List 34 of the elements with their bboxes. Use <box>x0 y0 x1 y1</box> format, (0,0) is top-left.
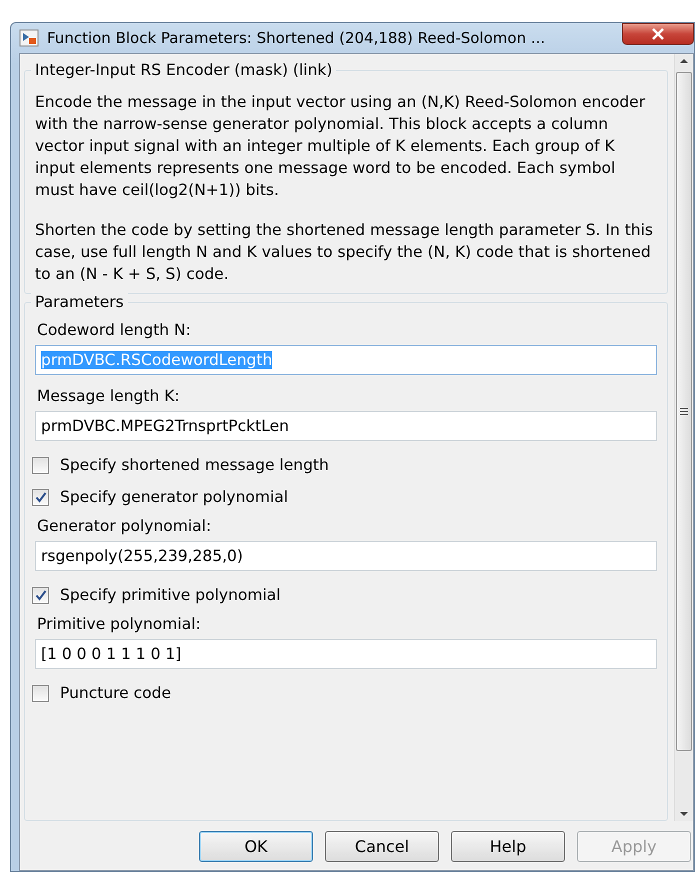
field-value: [1 0 0 0 1 1 1 0 1] <box>41 645 182 663</box>
input-field[interactable]: prmDVBC.MPEG2TrnsprtPcktLen <box>35 411 657 441</box>
field-label: Generator polynomial: <box>36 517 212 535</box>
block-icon <box>19 29 39 47</box>
field-value: rsgenpoly(255,239,285,0) <box>41 547 243 565</box>
checkbox[interactable] <box>32 488 49 506</box>
checkbox-label[interactable]: Specify shortened message length <box>58 456 329 474</box>
dialog-button[interactable]: OK <box>199 831 313 862</box>
scrollbar[interactable] <box>674 54 693 821</box>
field-value: prmDVBC.RSCodewordLength <box>41 351 272 369</box>
input-field[interactable]: rsgenpoly(255,239,285,0) <box>35 541 657 571</box>
close-button[interactable] <box>622 23 694 45</box>
checkbox-label[interactable]: Puncture code <box>58 684 172 702</box>
checkbox[interactable] <box>32 684 49 702</box>
field-label: Message length K: <box>36 387 181 405</box>
description-title: Integer-Input RS Encoder (mask) (link) <box>31 61 336 79</box>
checkbox[interactable] <box>32 456 49 474</box>
scroll-down-icon[interactable] <box>679 811 689 817</box>
field-label: Primitive polynomial: <box>36 615 202 633</box>
checkbox-label[interactable]: Specify generator polynomial <box>58 488 288 506</box>
input-field[interactable]: [1 0 0 0 1 1 1 0 1] <box>35 639 657 669</box>
scroll-up-icon[interactable] <box>679 58 689 64</box>
checkbox[interactable] <box>32 586 49 604</box>
window-title: Function Block Parameters: Shortened (204,188) Reed-Solomon ... <box>47 29 546 47</box>
scroll-thumb[interactable] <box>676 72 692 751</box>
checkbox-label[interactable]: Specify primitive polynomial <box>58 586 281 604</box>
description-text: Shorten the code by setting the shortened message length parameter S. In this case, use full length N and K values to specify the (N, K) code that is shortened to an (N - K + S, S) code. <box>35 220 654 285</box>
dialog-button[interactable]: Help <box>451 831 565 862</box>
field-value: prmDVBC.MPEG2TrnsprtPcktLen <box>41 417 289 435</box>
field-label: Codeword length N: <box>36 321 192 339</box>
close-icon <box>651 28 665 40</box>
description-text: Encode the message in the input vector using an (N,K) Reed-Solomon encoder with the narrow-sense generator polynomial. This block accepts a column vector input signal with an integer multiple of K elements. Each group of K input elements represents one message word to be encoded. Each symbol must have ceil(log2(N+1)) bits. <box>35 92 646 201</box>
grip-icon <box>680 408 688 415</box>
dialog-button[interactable]: Cancel <box>325 831 439 862</box>
